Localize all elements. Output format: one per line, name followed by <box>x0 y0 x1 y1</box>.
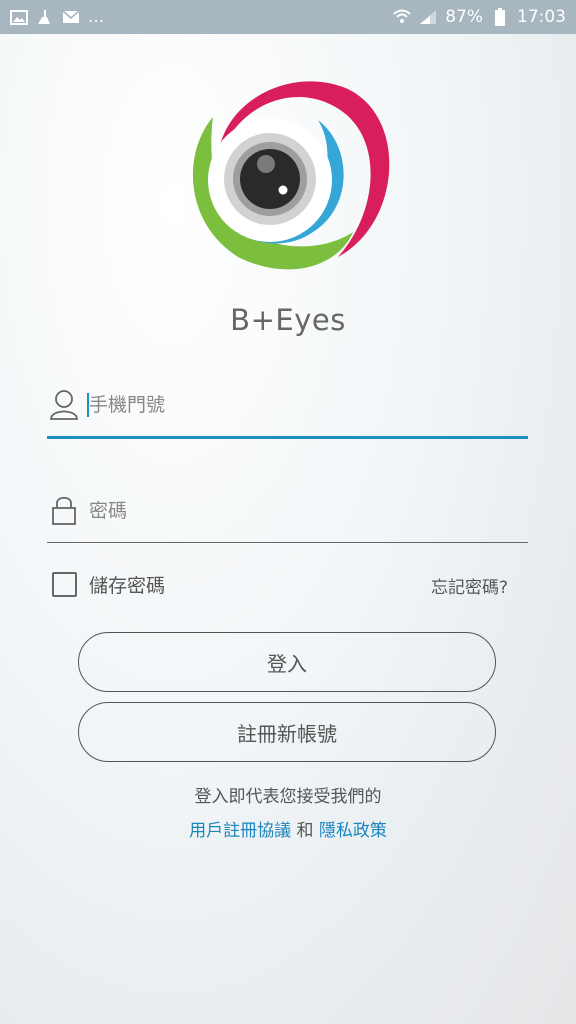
more-notifications: ... <box>88 7 105 27</box>
password-field[interactable] <box>47 482 528 543</box>
privacy-policy-link[interactable]: 隱私政策 <box>319 821 387 841</box>
status-bar-left: ... <box>10 7 104 27</box>
remember-password[interactable]: 儲存密碼 <box>52 571 165 598</box>
mail-icon <box>62 9 80 25</box>
signal-icon <box>419 9 437 25</box>
battery-icon <box>491 8 509 26</box>
image-icon <box>10 9 28 25</box>
password-input[interactable] <box>89 494 509 528</box>
lock-icon <box>49 494 79 526</box>
phone-field[interactable] <box>47 376 528 439</box>
status-bar-right: 87% 17:03 <box>393 7 566 27</box>
terms-and: 和 <box>296 821 314 841</box>
battery-percent: 87% <box>445 7 483 27</box>
terms-notice: 登入即代表您接受我們的 <box>194 787 382 807</box>
status-bar: ... 87% 17:03 <box>0 0 576 34</box>
user-icon <box>49 388 79 420</box>
phone-input[interactable] <box>89 388 509 422</box>
wifi-icon <box>393 9 411 25</box>
clock: 17:03 <box>517 7 566 27</box>
register-button[interactable]: 註冊新帳號 <box>78 702 496 762</box>
app-name: B+Eyes <box>230 303 346 337</box>
login-button[interactable]: 登入 <box>78 632 496 692</box>
terms-links: 用戶註冊協議 和 隱私政策 <box>0 816 576 841</box>
remember-label: 儲存密碼 <box>89 575 166 597</box>
broom-icon <box>36 9 54 25</box>
remember-checkbox[interactable] <box>52 572 77 597</box>
forgot-password-link[interactable]: 忘記密碼? <box>431 573 508 598</box>
user-agreement-link[interactable]: 用戶註冊協議 <box>189 821 291 841</box>
app-logo <box>178 72 398 272</box>
